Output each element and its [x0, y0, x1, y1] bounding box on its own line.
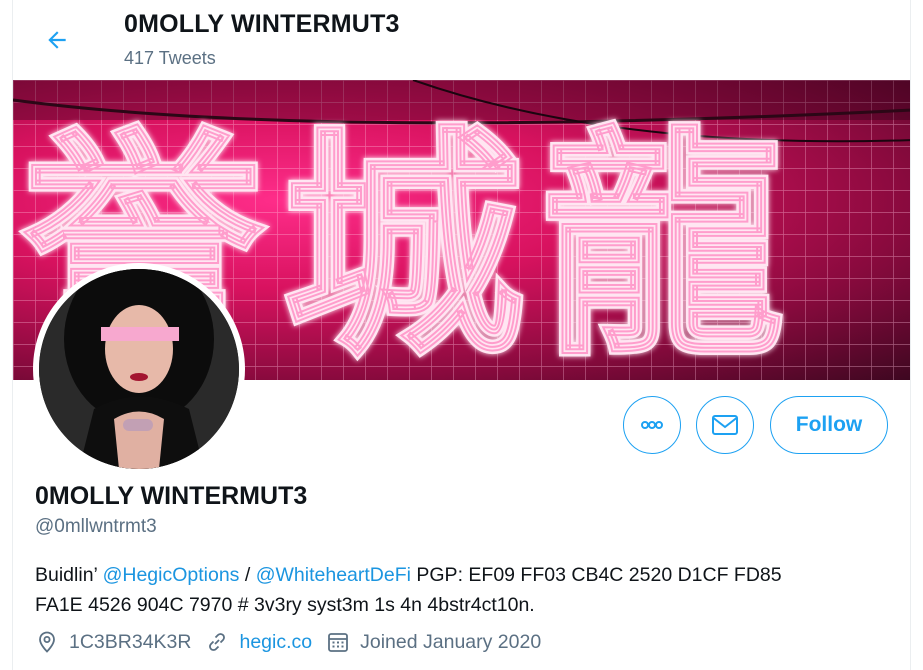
profile-name: 0MOLLY WINTERMUT3: [35, 482, 308, 510]
back-button[interactable]: [37, 20, 77, 60]
avatar-photo: [39, 269, 239, 469]
join-date-text: Joined January 2020: [360, 630, 542, 653]
more-icon: [641, 421, 663, 429]
message-button[interactable]: [696, 396, 754, 454]
website-link[interactable]: hegic.co: [239, 631, 312, 654]
bio-separator: /: [239, 564, 256, 586]
location: 1C3BR34K3R: [35, 630, 191, 654]
bio-text: PGP: EF09 FF03 CB4C 2520 D1CF FD85: [410, 564, 782, 586]
join-date: Joined January 2020: [326, 630, 541, 654]
bio-text: Buidlin’: [35, 564, 103, 586]
mention-link[interactable]: @WhiteheartDeFi: [256, 564, 411, 586]
website: hegic.co: [205, 630, 312, 654]
profile-meta: 1C3BR34K3R hegic.co Joined January 2020: [35, 630, 555, 654]
profile-bio: Buidlin’ @HegicOptions / @WhiteheartDeFi…: [35, 560, 895, 620]
mention-link[interactable]: @HegicOptions: [103, 564, 240, 586]
bio-text: FA1E 4526 904C 7970 # 3v3ry syst3m 1s 4n…: [35, 594, 535, 616]
arrow-left-icon: [48, 31, 66, 49]
link-icon: [209, 633, 226, 651]
header-title: 0MOLLY WINTERMUT3: [124, 10, 400, 38]
profile-handle: @0mllwntrmt3: [35, 516, 157, 537]
more-button[interactable]: [623, 396, 681, 454]
profile-page: 0MOLLY WINTERMUT3 417 Tweets 誉城龍 誉城龍 Fol…: [12, 0, 911, 670]
location-pin-icon: [39, 631, 55, 653]
avatar[interactable]: [33, 263, 245, 475]
follow-button[interactable]: Follow: [770, 396, 888, 454]
calendar-icon: [328, 633, 349, 652]
tweet-count: 417 Tweets: [124, 48, 216, 68]
top-bar: 0MOLLY WINTERMUT3 417 Tweets: [13, 0, 910, 80]
envelope-icon: [712, 415, 738, 435]
location-text: 1C3BR34K3R: [69, 630, 192, 653]
